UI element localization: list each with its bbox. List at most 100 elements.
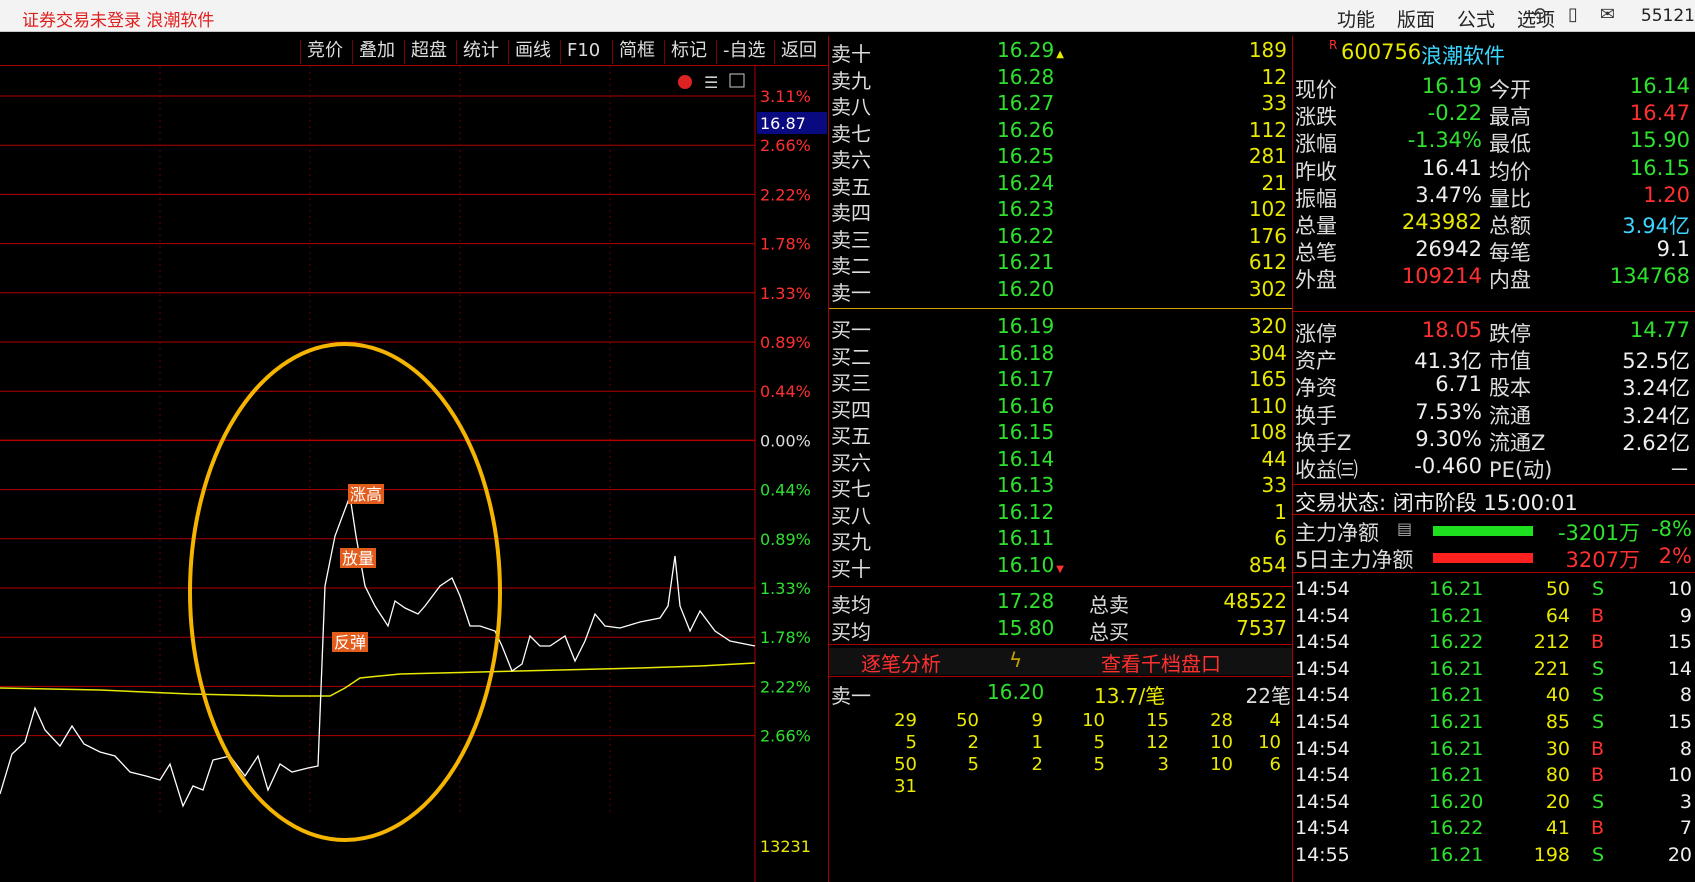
btn-stats[interactable]: 统计: [456, 40, 499, 64]
quote-value-2: 3.24亿: [1622, 376, 1690, 401]
avg-price-line: [0, 662, 756, 697]
btn-simple[interactable]: 简框: [612, 40, 655, 64]
tick-count: 10: [1667, 578, 1692, 600]
bid-row[interactable]: 买四 16.16 110: [829, 394, 1293, 422]
stock-name: 浪潮软件: [1421, 44, 1505, 68]
level-volume: 112: [1248, 117, 1287, 142]
window-icon[interactable]: [729, 73, 745, 88]
bid-row[interactable]: 买十 16.10 ▼ 854: [829, 553, 1293, 581]
ask-row[interactable]: 卖五 16.24 21: [829, 171, 1293, 199]
quote-value: 7.53%: [1415, 399, 1482, 424]
ask-row[interactable]: 卖六 16.25 281: [829, 144, 1293, 172]
phone-icon[interactable]: ▯: [1568, 4, 1578, 25]
avg-ask-price: 17.28: [997, 589, 1055, 613]
bid-row[interactable]: 买五 16.15 108: [829, 420, 1293, 448]
tick-analysis-link[interactable]: 逐笔分析: [861, 648, 941, 677]
level-price: 16.12: [997, 499, 1055, 524]
queue-cell: 10: [1082, 710, 1105, 731]
record-icon[interactable]: [678, 75, 692, 89]
pct-label: 1.33%: [760, 579, 811, 598]
quote-label-2: 跌停: [1489, 322, 1531, 346]
tick-time: 14:54: [1295, 817, 1350, 840]
pct-label: 2.22%: [760, 677, 811, 696]
tick-row: 14:54 16.21 80 B 10: [1293, 764, 1695, 791]
ask-row[interactable]: 卖一 16.20 302: [829, 277, 1293, 305]
total-bid-vol: 7537: [1236, 616, 1287, 640]
pct-label: 0.44%: [760, 382, 811, 401]
ask-row[interactable]: 卖八 16.27 33: [829, 91, 1293, 119]
ask-row[interactable]: 卖十 16.29 ▲ 189: [829, 38, 1293, 66]
level-price: 16.26: [997, 117, 1055, 142]
btn-auction[interactable]: 竞价: [300, 40, 343, 64]
quote-row: 现价 16.19 今开 16.14: [1293, 74, 1695, 102]
bid-row[interactable]: 买六 16.14 44: [829, 446, 1293, 475]
refresh-icon[interactable]: ⟲: [1531, 4, 1546, 25]
ask-row[interactable]: 卖三 16.22 176: [829, 224, 1293, 252]
menu-layout[interactable]: 版面: [1397, 5, 1435, 32]
bid-row[interactable]: 买七 16.13 33: [829, 473, 1293, 501]
btn-draw[interactable]: 画线: [508, 40, 551, 64]
level-volume: 320: [1248, 314, 1287, 338]
btn-mark[interactable]: 标记: [664, 40, 707, 64]
btn-f10[interactable]: F10: [560, 40, 600, 64]
quote-value: 243982: [1401, 210, 1482, 234]
btn-watchlist[interactable]: -自选: [716, 40, 766, 64]
level-volume: 304: [1248, 340, 1287, 365]
main-flow5-row: 5日主力净额 3207万 2%: [1293, 544, 1695, 572]
quote-value: -1.34%: [1407, 128, 1482, 153]
bid-row[interactable]: 买一 16.19 320: [829, 314, 1293, 342]
quote-label-2: 总额: [1489, 214, 1531, 238]
menu-icon[interactable]: ☰: [704, 73, 718, 92]
quote-value-2: 1.20: [1643, 182, 1690, 207]
pct-label: 1.33%: [760, 284, 811, 303]
tick-price: 16.22: [1429, 631, 1484, 654]
btn-back[interactable]: 返回: [774, 40, 817, 64]
bid-row[interactable]: 买三 16.17 165: [829, 367, 1293, 395]
volume-label: 13231: [760, 837, 811, 856]
pct-label: 0.89%: [760, 530, 811, 549]
ask-row[interactable]: 卖四 16.23 102: [829, 197, 1293, 225]
tick-row: 14:54 16.21 40 S 8: [1293, 684, 1695, 711]
thousand-depth-link[interactable]: 查看千档盘口: [1101, 648, 1221, 677]
level-label: 买七: [831, 477, 871, 501]
ask-row[interactable]: 卖二 16.21 612: [829, 250, 1293, 278]
level-price: 16.19: [997, 314, 1055, 338]
ask-row[interactable]: 卖九 16.28 12: [829, 65, 1293, 93]
quote-value: -0.22: [1427, 101, 1482, 126]
btn-overlay[interactable]: 叠加: [352, 40, 395, 64]
quote-label: 总笔: [1295, 241, 1337, 266]
quote-label: 换手: [1295, 403, 1337, 428]
quote-value-2: －: [1669, 458, 1690, 482]
menu-function[interactable]: 功能: [1337, 5, 1375, 32]
level-volume: 44: [1261, 446, 1287, 471]
queue-cell: 1: [1031, 732, 1043, 753]
quote-value: 41.3亿: [1414, 349, 1482, 374]
quote-divider-2: [1293, 484, 1695, 485]
up-arrow-icon: ▲: [1056, 49, 1064, 60]
lightning-icon[interactable]: ϟ: [1009, 648, 1022, 672]
annotation-volume: 放量: [342, 549, 374, 568]
level-price: 16.29 ▲: [997, 38, 1064, 62]
bid-row[interactable]: 买九 16.11 6: [829, 526, 1293, 554]
tick-time: 14:54: [1295, 737, 1350, 760]
btn-super[interactable]: 超盘: [404, 40, 447, 64]
bid-row[interactable]: 买八 16.12 1: [829, 499, 1293, 528]
trade-status-text: 交易状态: 闭市阶段 15:00:01: [1295, 491, 1578, 515]
quote-row: 换手 7.53% 流通 3.24亿: [1293, 400, 1695, 428]
list-icon[interactable]: ▤: [1397, 519, 1412, 538]
total-ask-vol: 48522: [1223, 589, 1287, 613]
queue-cell: 4: [1269, 710, 1281, 731]
tick-side: S: [1591, 578, 1604, 600]
quote-label-2: 流通Z: [1489, 430, 1546, 455]
mail-icon[interactable]: ✉: [1600, 4, 1615, 25]
level-label: 买五: [831, 424, 871, 448]
quote-value-2: 16.14: [1629, 74, 1690, 98]
pct-label: 2.22%: [760, 185, 811, 204]
tick-volume: 30: [1545, 737, 1570, 760]
book-divider: [829, 586, 1293, 587]
menu-formula[interactable]: 公式: [1457, 5, 1495, 32]
pct-label: 0.44%: [760, 481, 811, 500]
ask-row[interactable]: 卖七 16.26 112: [829, 117, 1293, 146]
bid-row[interactable]: 买二 16.18 304: [829, 340, 1293, 369]
level-volume: 612: [1248, 250, 1287, 274]
